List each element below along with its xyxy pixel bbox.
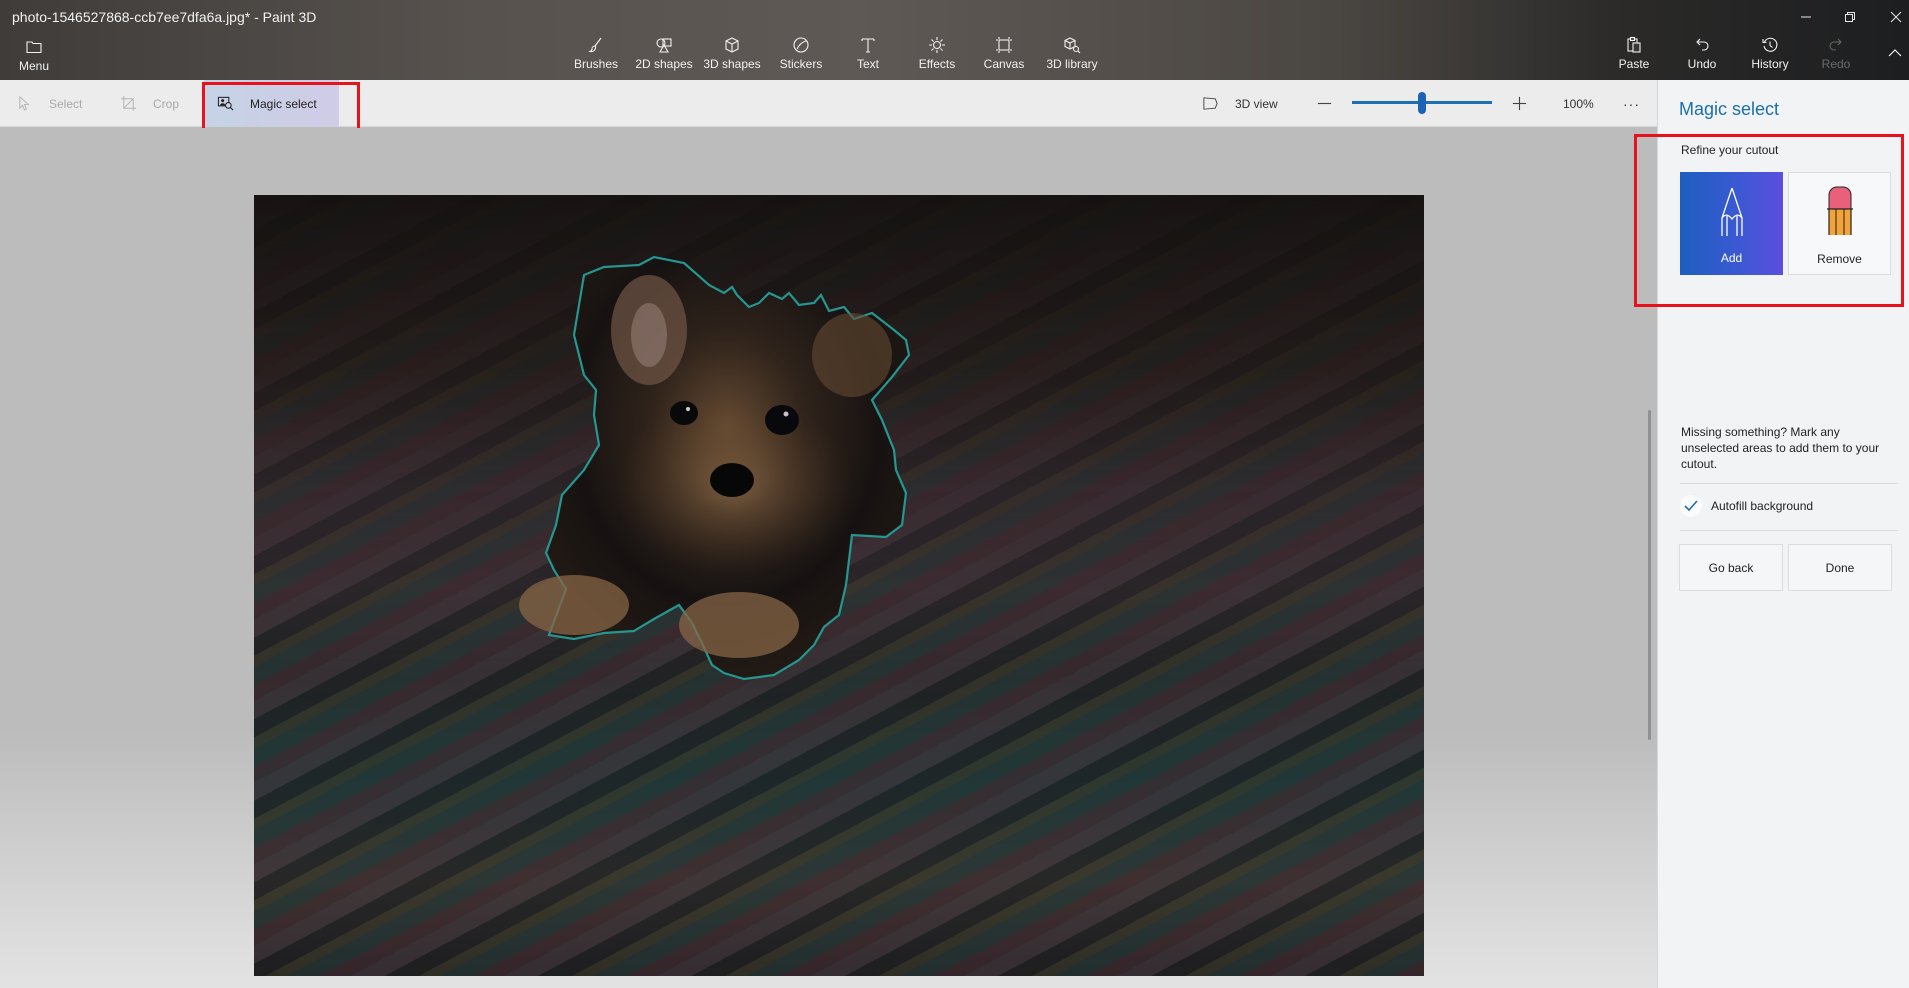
canvas-icon: [996, 37, 1012, 53]
left-paw: [519, 575, 629, 635]
zoom-in-button[interactable]: [1511, 80, 1528, 127]
stickers-icon: [793, 37, 809, 53]
crop-label: Crop: [153, 96, 180, 111]
crop-button[interactable]: Crop: [120, 80, 179, 127]
effects-icon: [929, 37, 945, 53]
history-button[interactable]: History: [1748, 36, 1792, 76]
left-eye: [670, 401, 698, 425]
pencil-icon: [1720, 187, 1743, 236]
done-button[interactable]: Done: [1788, 544, 1892, 591]
canvas-scrollbar[interactable]: [1648, 410, 1651, 740]
remove-label: Remove: [1817, 252, 1862, 266]
zoom-level: 100%: [1563, 96, 1594, 111]
restore-button[interactable]: [1832, 6, 1868, 28]
crop-icon: [120, 95, 137, 112]
ear-inner: [631, 303, 667, 367]
redo-button[interactable]: Redo: [1818, 36, 1854, 76]
undo-button[interactable]: Undo: [1684, 36, 1720, 76]
folder-icon: [26, 41, 42, 54]
tool-effects[interactable]: Effects: [912, 36, 962, 76]
minus-icon: [1317, 102, 1332, 105]
left-eye-glint: [686, 407, 690, 411]
2d-shapes-icon: [656, 38, 672, 53]
tool-3d-shapes[interactable]: 3D shapes: [702, 36, 762, 76]
divider: [1680, 483, 1898, 484]
history-label: History: [1751, 57, 1789, 71]
brush-icon: [588, 37, 602, 53]
paste-button[interactable]: Paste: [1616, 36, 1652, 76]
remove-tool-button[interactable]: Remove: [1788, 172, 1891, 275]
zoom-slider-thumb[interactable]: [1418, 92, 1426, 114]
right-paw: [679, 592, 799, 658]
add-tool-button[interactable]: Add: [1680, 172, 1783, 275]
minimize-button[interactable]: [1788, 6, 1824, 28]
magic-select-icon: [217, 96, 234, 111]
chevron-up-icon: [1888, 49, 1902, 57]
history-icon: [1762, 37, 1778, 52]
tool-label: Text: [856, 57, 879, 71]
app-header: photo-1546527868-ccb7ee7dfa6a.jpg* - Pai…: [0, 0, 1909, 80]
panel-description: Missing something? Mark any unselected a…: [1681, 425, 1880, 471]
close-icon: [1890, 11, 1902, 23]
paste-label: Paste: [1618, 57, 1650, 71]
tool-label: 3D library: [1046, 57, 1098, 71]
right-eye-glint: [783, 411, 789, 417]
menu-button[interactable]: Menu: [14, 38, 54, 78]
tool-brushes[interactable]: Brushes: [572, 36, 620, 76]
right-ear: [812, 313, 892, 397]
tool-label: 2D shapes: [635, 57, 693, 71]
nose: [710, 463, 754, 497]
cursor-icon: [19, 95, 30, 111]
text-icon: [861, 38, 875, 53]
tool-label: Stickers: [779, 57, 823, 71]
3d-view-button[interactable]: 3D view: [1202, 80, 1278, 127]
tool-3d-library[interactable]: 3D library: [1042, 36, 1102, 76]
panel-title: Magic select: [1679, 99, 1780, 119]
magic-select-label: Magic select: [250, 96, 317, 111]
tool-text[interactable]: Text: [848, 36, 888, 76]
refine-label: Refine your cutout: [1681, 143, 1779, 157]
minimize-icon: [1801, 16, 1811, 18]
3d-library-icon: [1064, 37, 1081, 54]
autofill-label: Autofill background: [1711, 499, 1814, 513]
menu-label: Menu: [18, 59, 50, 73]
magic-select-panel: Magic select Refine your cutout Add Remo…: [1657, 80, 1909, 988]
undo-icon: [1696, 38, 1709, 51]
plus-icon: [1512, 96, 1527, 111]
dog-cutout[interactable]: [254, 195, 1424, 976]
tool-label: Canvas: [983, 57, 1025, 71]
select-button[interactable]: Select: [16, 80, 82, 127]
redo-label: Redo: [1821, 57, 1851, 71]
tool-label: 3D shapes: [703, 57, 761, 71]
tool-2d-shapes[interactable]: 2D shapes: [634, 36, 694, 76]
zoom-out-button[interactable]: [1316, 80, 1333, 127]
3d-view-icon: [1203, 97, 1218, 110]
3d-shapes-icon: [725, 37, 739, 53]
magic-select-button[interactable]: Magic select: [204, 80, 339, 127]
go-back-button[interactable]: Go back: [1679, 544, 1783, 591]
divider: [1680, 530, 1898, 531]
autofill-background-toggle[interactable]: Autofill background: [1680, 492, 1813, 520]
add-label: Add: [1720, 251, 1743, 265]
right-eye: [765, 405, 799, 435]
eraser-icon: [1826, 186, 1853, 235]
collapse-toolbar-button[interactable]: [1884, 44, 1906, 84]
restore-icon: [1845, 12, 1855, 22]
paste-icon: [1627, 36, 1641, 53]
checkmark-icon: [1680, 495, 1702, 517]
window-title: photo-1546527868-ccb7ee7dfa6a.jpg* - Pai…: [12, 9, 317, 25]
redo-icon: [1829, 38, 1842, 51]
canvas-image[interactable]: [254, 195, 1424, 976]
select-label: Select: [49, 96, 83, 111]
more-options-button[interactable]: ···: [1623, 80, 1640, 127]
undo-label: Undo: [1687, 57, 1717, 71]
tool-label: Effects: [918, 57, 956, 71]
tool-canvas[interactable]: Canvas: [980, 36, 1028, 76]
3d-view-label: 3D view: [1235, 96, 1278, 111]
tool-label: Brushes: [573, 57, 619, 71]
tool-stickers[interactable]: Stickers: [776, 36, 826, 76]
close-button[interactable]: [1878, 6, 1909, 28]
